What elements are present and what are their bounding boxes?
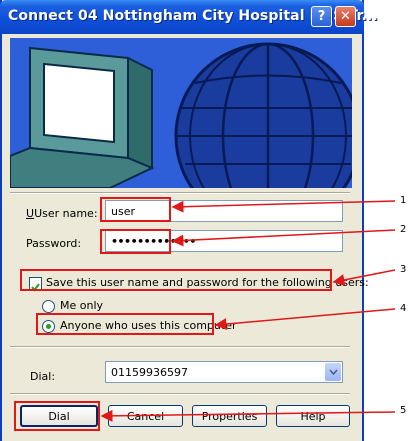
dial-number-value: 01159936597 — [111, 366, 188, 379]
annotation-box-5 — [14, 401, 100, 431]
callout-number-3: 3 — [400, 264, 407, 275]
close-icon[interactable]: ✕ — [335, 6, 356, 27]
password-label-text: Password: — [26, 237, 82, 250]
chevron-down-icon[interactable] — [325, 363, 341, 381]
help-button-label: Help — [300, 409, 326, 423]
callout-number-4: 4 — [400, 303, 407, 314]
dial-up-connect-dialog: Connect 04 Nottingham City Hospital NHS … — [0, 0, 378, 441]
me-only-label: Me only — [60, 299, 104, 312]
callout-number-2: 2 — [400, 224, 407, 235]
username-label: UUser name: — [26, 207, 98, 220]
password-label: Password: — [26, 237, 81, 250]
annotation-box-1 — [100, 197, 171, 222]
me-only-radio[interactable] — [42, 300, 55, 313]
cancel-button-label: Cancel — [126, 409, 165, 423]
dial-number-combobox[interactable]: 01159936597 — [105, 361, 343, 383]
banner-separator — [10, 192, 350, 194]
properties-button-label: Properties — [201, 409, 258, 423]
annotation-box-3 — [20, 269, 332, 291]
annotation-box-2 — [100, 229, 171, 254]
banner-illustration — [10, 38, 352, 188]
annotation-box-4 — [36, 313, 214, 335]
dial-number-label: Dial: — [30, 370, 55, 383]
username-label-text: User name: — [34, 207, 98, 220]
callout-number-5: 5 — [400, 405, 407, 416]
monitor-graphic — [10, 46, 155, 188]
help-button[interactable]: Help — [276, 405, 350, 427]
dial-number-label-text: Dial: — [30, 370, 56, 383]
options-separator — [10, 346, 350, 348]
buttons-separator — [10, 393, 350, 395]
help-icon[interactable]: ? — [311, 6, 332, 27]
title-bar[interactable]: Connect 04 Nottingham City Hospital NHS … — [0, 0, 378, 34]
callout-number-1: 1 — [400, 195, 407, 206]
dial-up-banner-image — [10, 38, 352, 188]
cancel-button[interactable]: Cancel — [108, 405, 183, 427]
properties-button[interactable]: Properties — [192, 405, 267, 427]
